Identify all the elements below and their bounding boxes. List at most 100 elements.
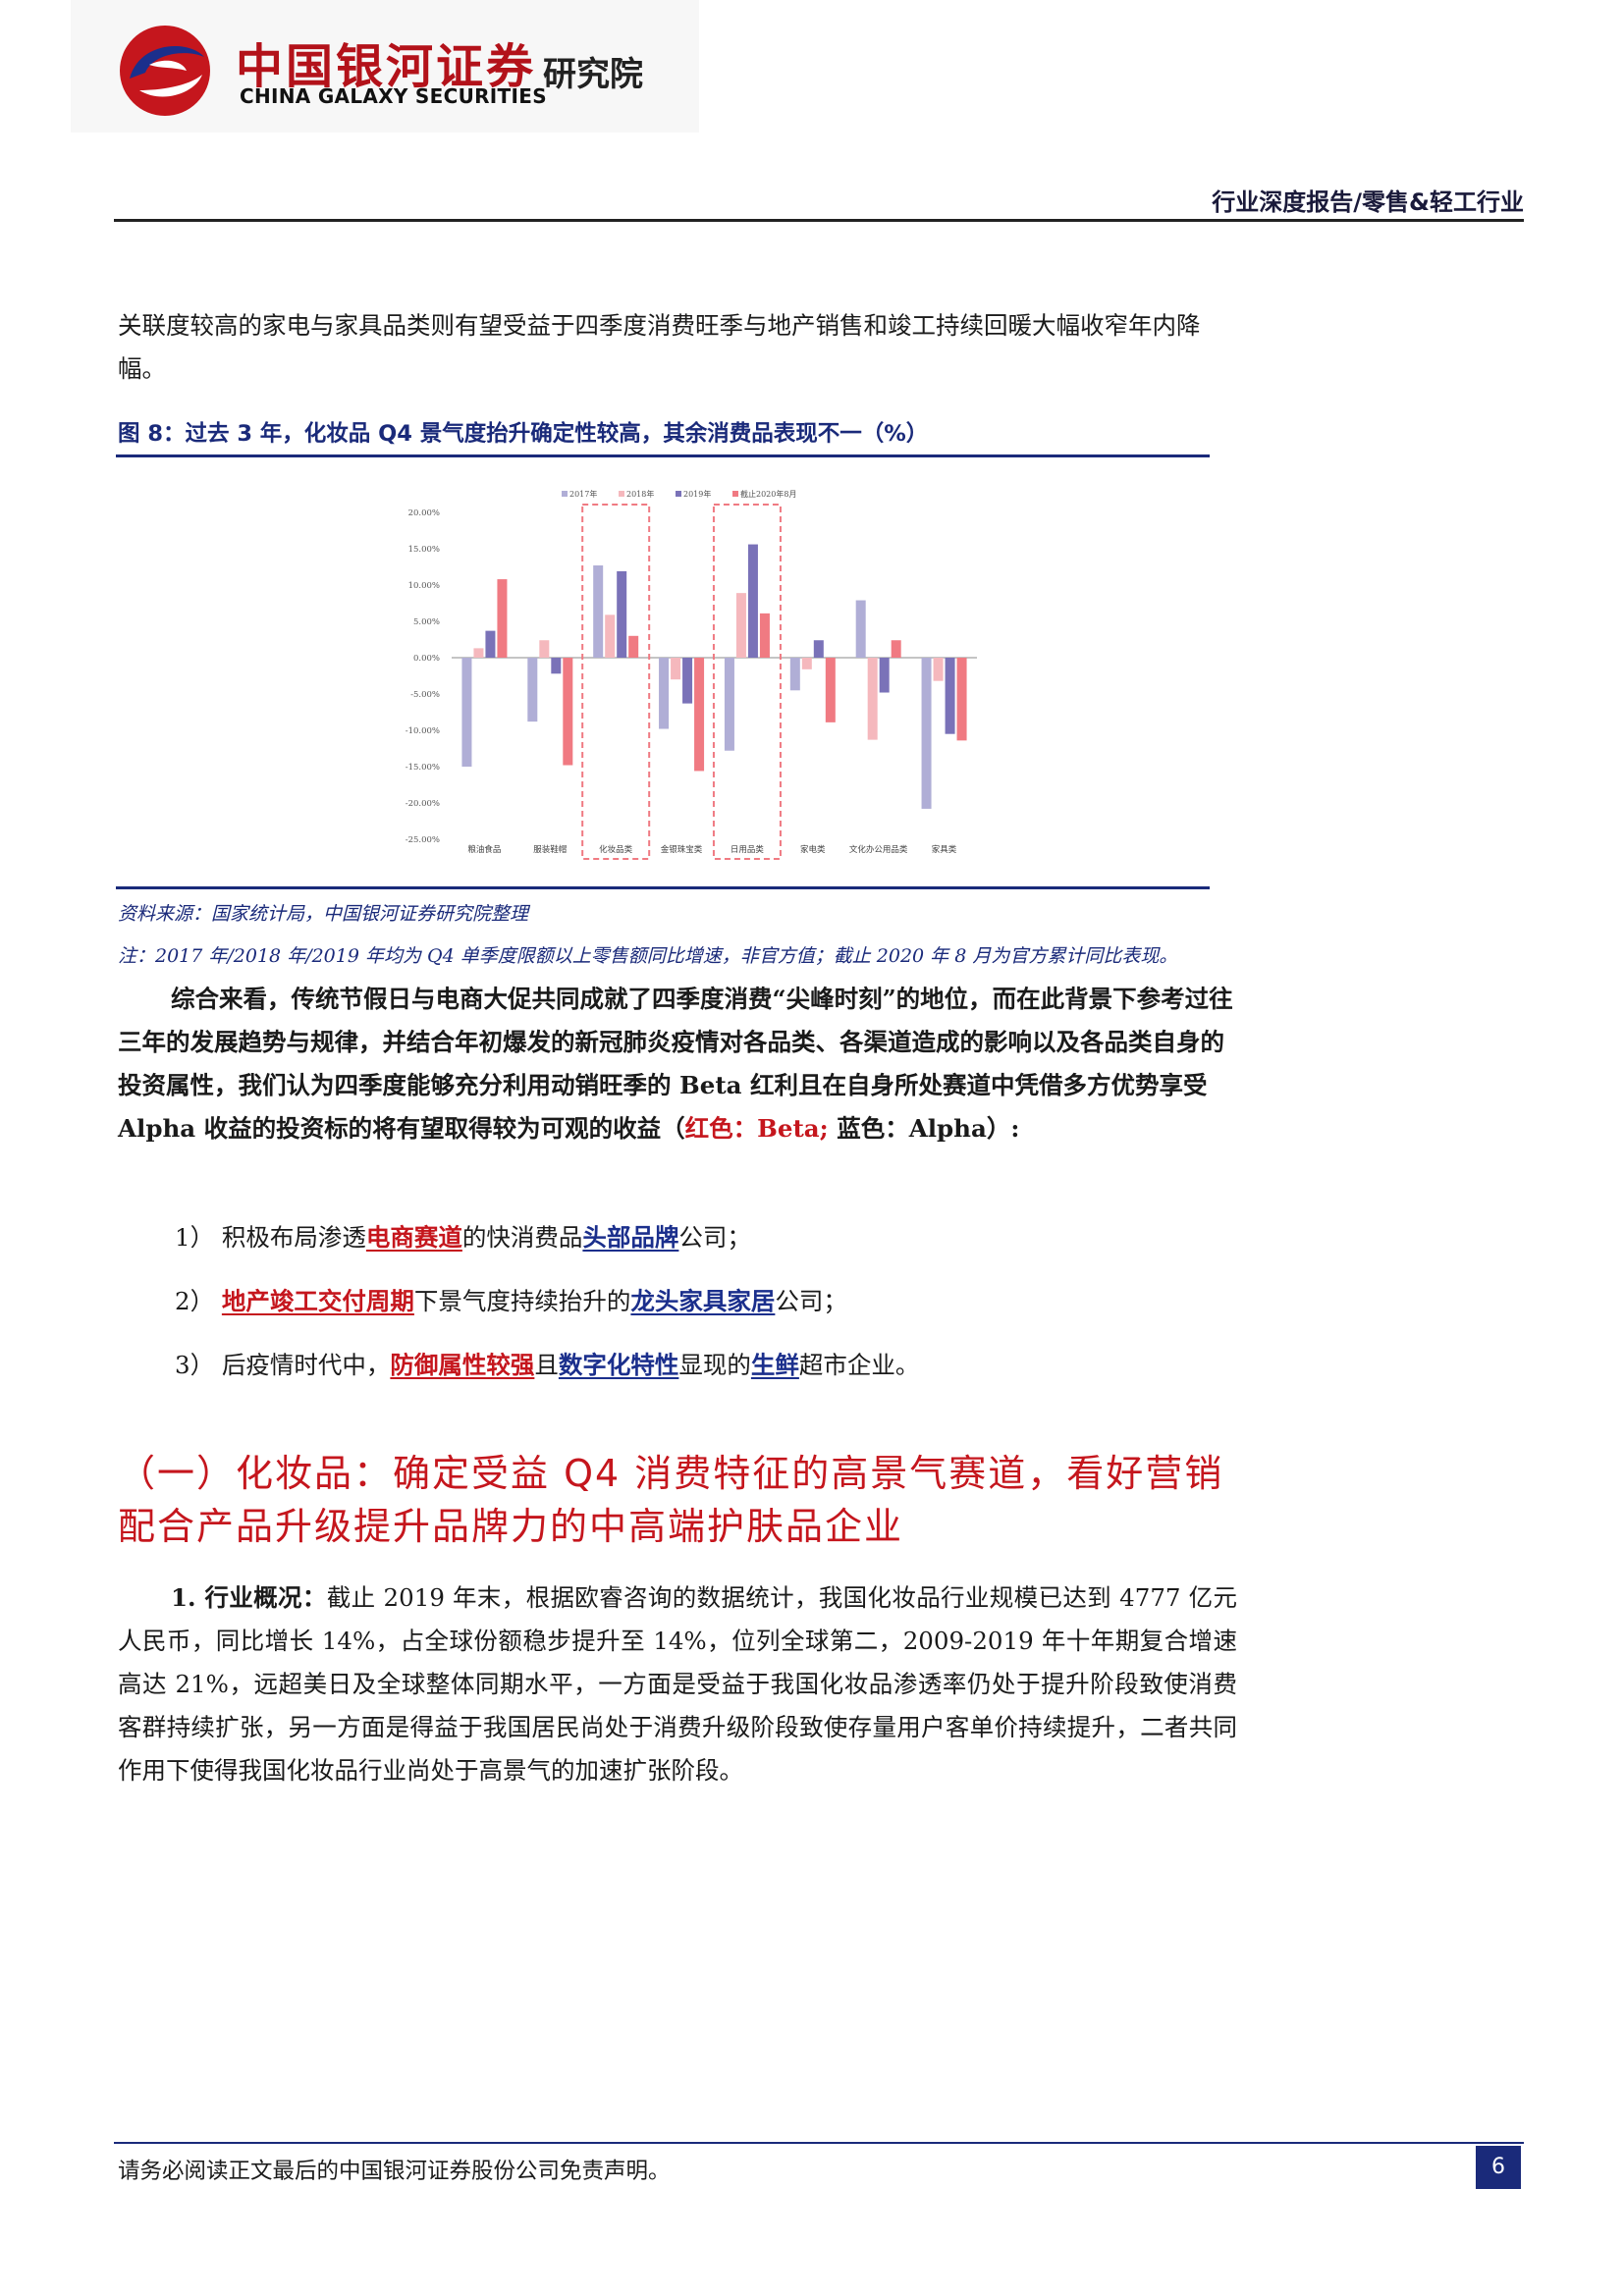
bar bbox=[813, 640, 824, 658]
beta-highlight: 电商赛道 bbox=[365, 1223, 462, 1252]
industry-text: 截止 2019 年末，根据欧睿咨询的数据统计，我国化妆品行业规模已达到 4777… bbox=[118, 1583, 1237, 1785]
x-tick-label: 化妆品类 bbox=[599, 844, 633, 855]
bar bbox=[551, 658, 562, 674]
y-tick-label: 0.00% bbox=[413, 654, 440, 664]
bar bbox=[473, 648, 484, 658]
bar bbox=[945, 658, 955, 734]
list-text: 显现的 bbox=[678, 1351, 751, 1379]
legend-swatch bbox=[676, 491, 681, 497]
bar bbox=[759, 613, 770, 658]
legend-label: 2018年 bbox=[626, 489, 654, 499]
x-tick-label: 服装鞋帽 bbox=[533, 844, 567, 855]
bar bbox=[593, 565, 604, 658]
legend-label: 2017年 bbox=[569, 489, 597, 499]
bar bbox=[933, 658, 944, 681]
bar bbox=[921, 658, 932, 809]
footer-divider bbox=[114, 2142, 1524, 2144]
highlight-box bbox=[712, 504, 782, 860]
list-text: 公司； bbox=[678, 1223, 751, 1252]
industry-paragraph: 1. 行业概况：截止 2019 年末，根据欧睿咨询的数据统计，我国化妆品行业规模… bbox=[118, 1576, 1237, 1792]
bar bbox=[747, 544, 758, 658]
bar bbox=[855, 600, 866, 658]
alpha-highlight: 生鲜 bbox=[750, 1351, 799, 1379]
bar bbox=[527, 658, 538, 722]
figure-source: 资料来源：国家统计局，中国银河证券研究院整理 bbox=[118, 903, 529, 925]
y-tick-label: 15.00% bbox=[408, 545, 440, 555]
summary-text: 综合来看，传统节假日与电商大促共同成就了四季度消费“尖峰时刻”的地位，而在此背景… bbox=[118, 985, 1233, 1143]
legend-label: 截止2020年8月 bbox=[740, 489, 796, 499]
y-tick-label: -25.00% bbox=[406, 835, 440, 845]
list-text: 公司； bbox=[775, 1287, 847, 1315]
bar bbox=[461, 658, 472, 767]
section-heading: （一）化妆品：确定受益 Q4 消费特征的高景气赛道，看好营销配合产品升级提升品牌… bbox=[118, 1452, 1224, 1548]
list-text: 的快消费品 bbox=[461, 1223, 583, 1252]
figure-note: 注：2017 年/2018 年/2019 年均为 Q4 单季度限额以上零售额同比… bbox=[118, 945, 1178, 967]
footer-disclaimer: 请务必阅读正文最后的中国银河证券股份公司免责声明。 bbox=[118, 2159, 671, 2184]
list-text: 积极布局渗透 bbox=[221, 1223, 366, 1252]
bar bbox=[539, 640, 550, 658]
x-tick-label: 金银珠宝类 bbox=[661, 844, 703, 855]
figure-top-rule bbox=[116, 454, 1210, 457]
list-number: 3） bbox=[175, 1351, 215, 1379]
y-tick-label: 10.00% bbox=[408, 581, 440, 591]
x-tick-label: 文化办公用品类 bbox=[849, 844, 908, 855]
bar bbox=[891, 640, 901, 658]
list-text: 超市企业。 bbox=[798, 1351, 920, 1379]
bar bbox=[659, 658, 670, 729]
bar bbox=[563, 658, 573, 766]
list-text: 后疫情时代中， bbox=[221, 1351, 391, 1379]
list-text: 下景气度持续抬升的 bbox=[413, 1287, 631, 1315]
bar bbox=[789, 658, 800, 691]
bar bbox=[671, 658, 681, 680]
y-tick-label: -10.00% bbox=[406, 726, 440, 736]
bar bbox=[497, 579, 508, 658]
bar bbox=[694, 658, 705, 772]
alpha-highlight: 数字化特性 bbox=[558, 1351, 679, 1379]
bar bbox=[825, 658, 836, 722]
bar bbox=[617, 570, 627, 658]
alpha-highlight: 头部品牌 bbox=[582, 1223, 679, 1252]
legend-swatch bbox=[732, 491, 738, 497]
list-number: 1） bbox=[175, 1223, 215, 1252]
bar bbox=[867, 658, 878, 740]
x-tick-label: 日用品类 bbox=[731, 844, 765, 855]
summary-end: ）: bbox=[986, 1114, 1020, 1143]
list-item: 2） 地产竣工交付周期下景气度持续抬升的龙头家具家居公司； bbox=[175, 1283, 847, 1317]
x-tick-label: 家电类 bbox=[800, 844, 826, 855]
bar bbox=[956, 658, 967, 741]
x-tick-label: 粮油食品 bbox=[467, 844, 501, 855]
galaxy-logo-icon bbox=[120, 26, 210, 116]
bar bbox=[879, 658, 890, 693]
beta-highlight: 防御属性较强 bbox=[390, 1351, 535, 1379]
header-divider bbox=[114, 219, 1524, 222]
bar bbox=[682, 658, 693, 704]
bar bbox=[724, 658, 734, 751]
industry-label: 1. 行业概况： bbox=[171, 1583, 327, 1612]
legend-swatch bbox=[619, 491, 624, 497]
label-separator bbox=[829, 1114, 838, 1143]
bar bbox=[485, 630, 496, 658]
list-number: 2） bbox=[175, 1287, 215, 1315]
summary-paragraph: 综合来看，传统节假日与电商大促共同成就了四季度消费“尖峰时刻”的地位，而在此背景… bbox=[118, 978, 1237, 1150]
list-item: 1） 积极布局渗透电商赛道的快消费品头部品牌公司； bbox=[175, 1219, 751, 1254]
bar bbox=[628, 635, 639, 658]
beta-label: 红色：Beta; bbox=[684, 1114, 829, 1143]
y-tick-label: -5.00% bbox=[410, 690, 440, 700]
bar-chart: 20.00% 15.00% 10.00% 5.00% 0.00% -5.00% -10.00… bbox=[406, 489, 977, 860]
beta-highlight: 地产竣工交付周期 bbox=[221, 1287, 414, 1315]
legend-label: 2019年 bbox=[683, 489, 711, 499]
alpha-label: 蓝色：Alpha bbox=[837, 1114, 987, 1143]
bar bbox=[801, 658, 812, 669]
legend-swatch bbox=[562, 491, 568, 497]
intro-paragraph: 关联度较高的家电与家具品类则有望受益于四季度消费旺季与地产销售和竣工持续回暖大幅… bbox=[118, 311, 1201, 383]
highlight-box bbox=[581, 504, 651, 860]
bar bbox=[735, 593, 746, 658]
list-text: 且 bbox=[534, 1351, 559, 1379]
report-type-label: 行业深度报告/零售&轻工行业 bbox=[1212, 188, 1524, 216]
figure-title: 图 8：过去 3 年，化妆品 Q4 景气度抬升确定性较高，其余消费品表现不一（%… bbox=[118, 421, 929, 447]
page-number: 6 bbox=[1476, 2146, 1521, 2189]
logo-suffix: 研究院 bbox=[543, 55, 643, 94]
logo-english-name: CHINA GALAXY SECURITIES bbox=[240, 84, 547, 108]
y-tick-label: 5.00% bbox=[413, 617, 440, 627]
y-tick-label: 20.00% bbox=[408, 508, 440, 518]
